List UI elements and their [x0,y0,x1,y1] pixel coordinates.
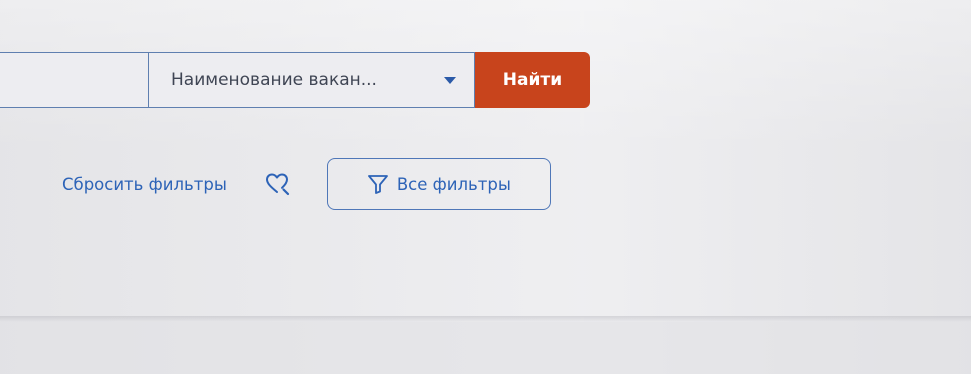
search-submit-button[interactable]: Найти [475,52,590,108]
filter-funnel-icon [367,173,389,195]
search-type-select-value: Наименование вакан... [171,70,377,90]
reset-filters-link[interactable]: Сбросить фильтры [62,175,227,194]
lower-content-area [0,322,971,374]
search-type-select[interactable]: Наименование вакан... [148,52,475,108]
all-filters-button[interactable]: Все фильтры [326,158,551,210]
filters-row: Сбросить фильтры Все фильтры [62,158,551,210]
heart-search-icon[interactable] [263,169,293,199]
chevron-down-icon [444,76,456,84]
search-input[interactable] [0,52,148,108]
search-bar: Наименование вакан... Найти [0,52,590,108]
all-filters-label: Все фильтры [396,174,511,194]
